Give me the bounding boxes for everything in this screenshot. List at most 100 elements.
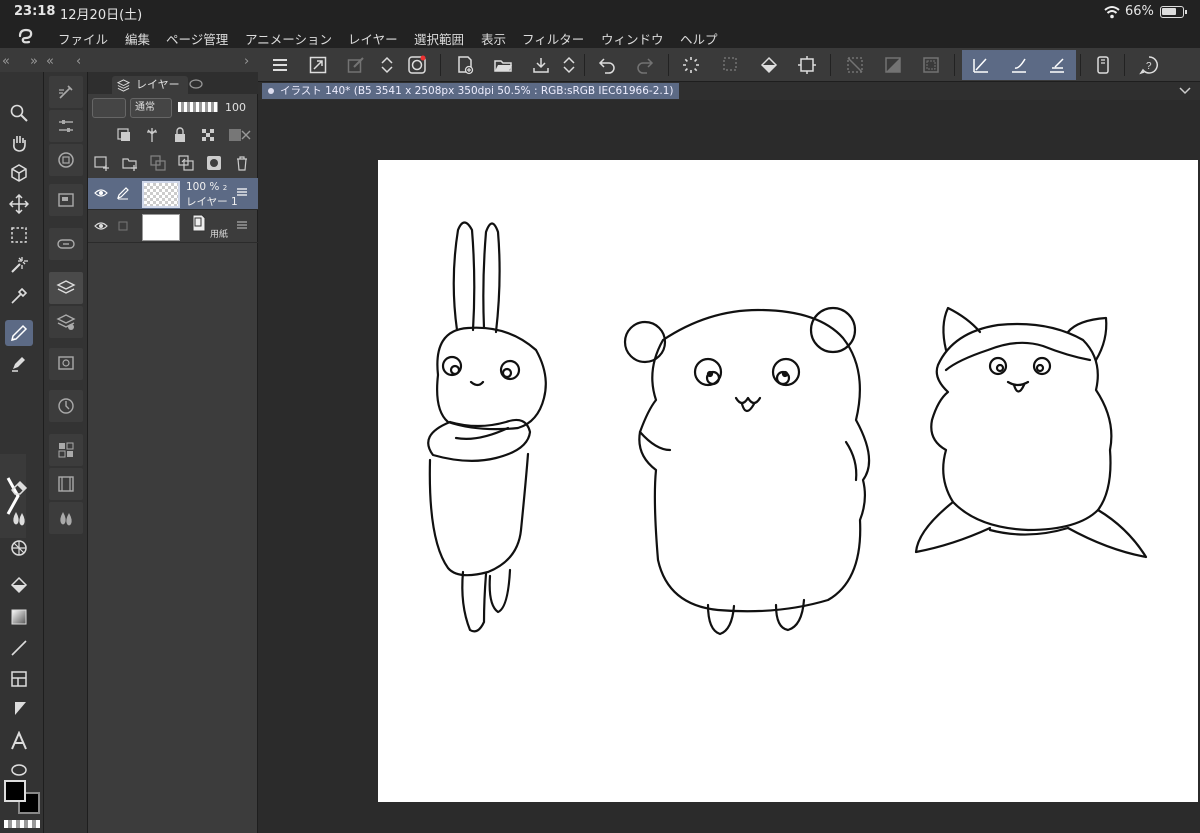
collapse-right-icon[interactable]: » [30, 54, 38, 69]
menu-selection[interactable]: 選択範囲 [414, 29, 464, 48]
balloon-tail-icon[interactable] [5, 696, 33, 722]
layer-mask-icon[interactable] [204, 153, 224, 173]
app-logo-icon[interactable] [16, 27, 36, 45]
zoom-icon[interactable] [5, 100, 33, 126]
menu-window[interactable]: ウィンドウ [601, 29, 664, 48]
layer-color-selector[interactable] [92, 98, 126, 118]
select-all-icon[interactable] [716, 50, 746, 80]
toolbar-separator [668, 54, 669, 76]
history-icon[interactable] [49, 390, 83, 422]
tool-property-icon[interactable] [49, 110, 83, 142]
opacity-slider[interactable] [178, 102, 218, 112]
collapse-left-icon[interactable]: « [2, 54, 10, 69]
layer-checkbox[interactable] [116, 219, 130, 233]
menu-page-management[interactable]: ページ管理 [166, 29, 228, 48]
menu-help[interactable]: ヘルプ [680, 29, 718, 48]
lock-transparency-icon[interactable] [198, 125, 218, 145]
scroll-arrows-icon[interactable] [372, 50, 402, 80]
line-icon[interactable] [5, 635, 33, 661]
menu-animation[interactable]: アニメーション [245, 29, 332, 48]
blend-palette-icon[interactable] [49, 502, 83, 534]
magic-wand-icon[interactable] [5, 252, 33, 278]
main-color-swatch[interactable] [4, 780, 26, 802]
object-icon[interactable] [5, 160, 33, 186]
transparent-color-swatch[interactable] [4, 820, 40, 828]
opacity-value[interactable]: 100 [225, 101, 246, 114]
mask-enable-icon[interactable] [226, 125, 254, 145]
text-icon[interactable] [5, 728, 33, 754]
frame-border-icon[interactable] [5, 666, 33, 692]
marker-icon[interactable] [5, 350, 33, 376]
new-folder-icon[interactable] [120, 153, 140, 173]
fill-icon[interactable] [5, 572, 33, 598]
canvas-paper[interactable] [378, 160, 1198, 802]
gradient-icon[interactable] [5, 604, 33, 630]
chevron-down-icon[interactable] [1178, 85, 1192, 97]
loading-icon[interactable] [676, 50, 706, 80]
selection-border-icon[interactable] [916, 50, 946, 80]
layer-row-layer1[interactable]: 100 % 2 レイヤー 1 [88, 178, 258, 210]
eraser-icon[interactable] [5, 474, 33, 500]
undo-icon[interactable] [592, 50, 622, 80]
new-raster-layer-icon[interactable] [92, 153, 112, 173]
pen-icon[interactable] [5, 320, 33, 346]
material-icon[interactable] [49, 434, 83, 466]
clear-selection-icon[interactable] [840, 50, 870, 80]
tab-layer[interactable]: レイヤー [112, 76, 188, 94]
search-layer-icon[interactable] [49, 348, 83, 380]
layer-menu-icon[interactable] [236, 219, 248, 231]
ruler-snap-icon[interactable] [1038, 50, 1076, 80]
trash-icon[interactable] [232, 153, 252, 173]
layer-menu-icon[interactable] [236, 186, 248, 198]
merge-layer-icon[interactable] [176, 153, 196, 173]
document-tab[interactable]: イラスト 140* (B5 3541 x 2508px 350dpi 50.5%… [262, 83, 680, 99]
collapse-dock-icon[interactable]: « [46, 54, 54, 69]
move-icon[interactable] [5, 191, 33, 217]
transform-icon[interactable] [792, 50, 822, 80]
layer-search-tab-icon[interactable] [188, 78, 204, 90]
hand-icon[interactable] [5, 130, 33, 156]
layer-row-paper[interactable]: 用紙 [88, 211, 258, 243]
menu-edit[interactable]: 編集 [125, 29, 150, 48]
invert-selection-icon[interactable] [878, 50, 908, 80]
eyedropper-icon[interactable] [5, 283, 33, 309]
menu-file[interactable]: ファイル [58, 29, 108, 48]
help-icon[interactable]: ? [1134, 50, 1164, 80]
new-file-icon[interactable] [450, 50, 480, 80]
layer-palette-icon[interactable] [49, 272, 83, 304]
redo-icon[interactable] [630, 50, 660, 80]
selection-rect-icon[interactable] [5, 222, 33, 248]
scroll-arrows-icon-2[interactable] [554, 50, 584, 80]
stabilizer-icon[interactable] [962, 50, 1000, 80]
layer-property-icon[interactable] [49, 306, 83, 338]
menu-icon[interactable] [265, 50, 295, 80]
subtool-palette-icon[interactable] [49, 76, 83, 108]
menu-filter[interactable]: フィルター [522, 29, 584, 48]
collapse-panel-icon[interactable]: ‹ [76, 54, 81, 69]
copy-layer-icon[interactable] [148, 153, 168, 173]
reference-layer-icon[interactable] [142, 125, 162, 145]
open-file-icon[interactable] [488, 50, 518, 80]
collapse-canvas-icon[interactable]: › [244, 54, 249, 69]
clip-icon[interactable] [114, 125, 134, 145]
menu-view[interactable]: 表示 [481, 29, 506, 48]
edit-icon[interactable] [341, 50, 371, 80]
link-icon[interactable] [49, 228, 83, 260]
timeline-icon[interactable] [49, 468, 83, 500]
blend-mode-select[interactable]: 通常 [130, 98, 172, 118]
smartphone-icon[interactable] [1088, 50, 1118, 80]
clip-studio-icon[interactable] [402, 50, 432, 80]
fill-bucket-icon[interactable] [754, 50, 784, 80]
blend-mode-label: 通常 [135, 102, 155, 113]
menu-layer[interactable]: レイヤー [348, 29, 398, 48]
navigator-icon[interactable] [49, 184, 83, 216]
save-icon[interactable] [526, 50, 556, 80]
eye-icon[interactable] [94, 186, 108, 200]
lock-icon[interactable] [170, 125, 190, 145]
expand-icon[interactable] [303, 50, 333, 80]
blend-icon[interactable] [5, 505, 33, 531]
brush-stabilizer-icon[interactable] [1000, 50, 1038, 80]
figure-ruler-icon[interactable] [5, 535, 33, 561]
eye-icon[interactable] [94, 219, 108, 233]
color-wheel-icon[interactable] [49, 144, 83, 176]
